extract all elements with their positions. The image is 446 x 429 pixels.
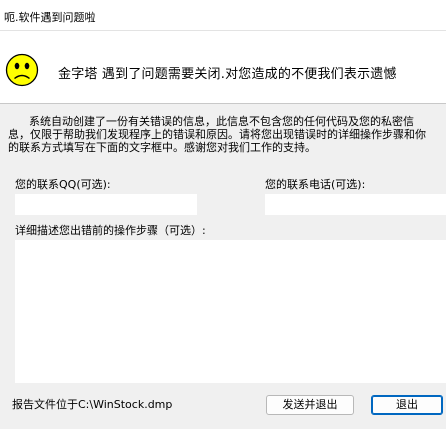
phone-label: 您的联系电话(可选): [265,178,366,191]
window-title: 呃.软件遇到问题啦 [4,11,96,24]
qq-input[interactable] [15,194,197,215]
title-bar: 呃.软件遇到问题啦 [0,0,446,31]
error-description: 系统自动创建了一份有关错误的信息，此信息不包含您的任何代码及您的私密信息，仅限于… [8,115,426,154]
send-and-exit-button[interactable]: 发送并退出 [266,395,354,415]
qq-label: 您的联系QQ(可选): [15,178,111,191]
steps-label: 详细描述您出错前的操作步骤（可选）: [15,224,206,237]
error-headline: 金字塔 遇到了问题需要关闭.对您造成的不便我们表示遗憾 [58,67,397,82]
report-path: 报告文件位于C:\WinStock.dmp [12,398,173,411]
steps-textarea[interactable] [15,240,446,383]
exit-button[interactable]: 退出 [371,395,443,415]
sad-face-icon [5,53,39,87]
phone-input[interactable] [265,194,446,215]
error-header: 金字塔 遇到了问题需要关闭.对您造成的不便我们表示遗憾 [0,31,446,104]
